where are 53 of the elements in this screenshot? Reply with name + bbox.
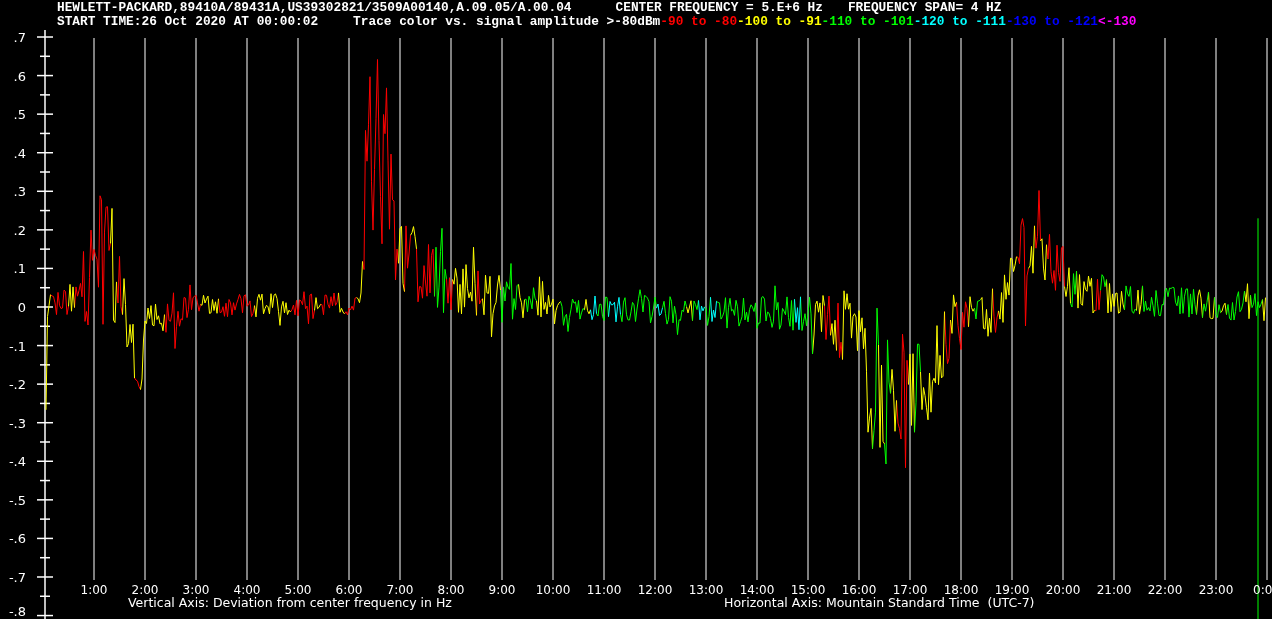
y-axis-label: -.2 (8, 377, 26, 393)
time-axis-label: 7:00 (386, 583, 414, 597)
time-axis-label: 1:00 (80, 583, 108, 597)
y-axis-label: .7 (13, 30, 26, 45)
time-axis-label: 12:00 (637, 583, 673, 597)
time-axis-label: 16:00 (841, 583, 877, 597)
time-axis-label: 23:00 (1198, 583, 1234, 597)
y-axis-label: -.3 (8, 415, 26, 431)
legend-range-label: <-130 (1098, 15, 1137, 29)
y-axis-label: -.5 (8, 492, 26, 508)
y-axis-label: -.8 (8, 604, 26, 619)
time-axis-label: 18:00 (943, 583, 979, 597)
legend-title-text: Trace color vs. signal amplitude >-80dBm (353, 15, 661, 29)
time-axis-label: 10:00 (535, 583, 571, 597)
time-axis-label: 5:00 (284, 583, 312, 597)
time-axis-label: 0:0 (1253, 583, 1272, 597)
y-axis-label: .4 (13, 145, 26, 161)
instrument-id-text: HEWLETT-PACKARD,89410A/89431A,US39302821/3509A00140,A.09.05/A.00.04 (57, 1, 572, 15)
y-axis-label: .6 (13, 68, 26, 84)
y-axis-label: 0 (17, 300, 26, 315)
time-axis-label: 2:00 (131, 583, 159, 597)
legend-range-label: -120 to -111 (913, 15, 1006, 29)
y-axis-label: -.1 (8, 338, 26, 354)
y-axis-label: .1 (13, 261, 26, 277)
time-axis-label: 4:00 (233, 583, 261, 597)
y-axis-label: .5 (13, 107, 26, 123)
time-axis-label: 20:00 (1045, 583, 1081, 597)
y-axis-label: .3 (13, 184, 26, 200)
y-axis-label: -.7 (8, 570, 26, 585)
time-axis-label: 11:00 (586, 583, 622, 597)
time-axis-label: 19:00 (994, 583, 1030, 597)
y-axis-label: .2 (13, 222, 26, 238)
time-axis-label: 13:00 (688, 583, 724, 597)
center-frequency-text: CENTER FREQUENCY = 5.E+6 Hz (615, 1, 823, 15)
time-axis-label: 3:00 (182, 583, 210, 597)
time-axis-label: 21:00 (1096, 583, 1132, 597)
time-axis-label: 6:00 (335, 583, 363, 597)
y-axis-label: -.4 (8, 454, 26, 470)
time-axis-label: 14:00 (739, 583, 775, 597)
time-axis-label: 22:00 (1147, 583, 1183, 597)
vertical-axis-title: Vertical Axis: Deviation from center frequency in Hz (128, 595, 452, 610)
time-axis-label: 17:00 (892, 583, 928, 597)
horizontal-axis-title: Horizontal Axis: Mountain Standard Time (UTC-7) (724, 595, 1035, 610)
frequency-span-text: FREQUENCY SPAN= 4 HZ (847, 1, 1002, 15)
time-axis-label: 15:00 (790, 583, 826, 597)
legend-range-label: -90 to -80 (660, 15, 738, 29)
legend-range-label: -130 to -121 (1005, 15, 1099, 29)
legend-range-label: -100 to -91 (737, 15, 822, 29)
legend-range-label: -110 to -101 (821, 15, 914, 29)
time-axis-label: 9:00 (488, 583, 516, 597)
y-axis-label: -.6 (8, 531, 26, 547)
time-axis-label: 8:00 (437, 583, 465, 597)
start-time-text: START TIME:26 Oct 2020 AT 00:00:02 (57, 15, 319, 29)
